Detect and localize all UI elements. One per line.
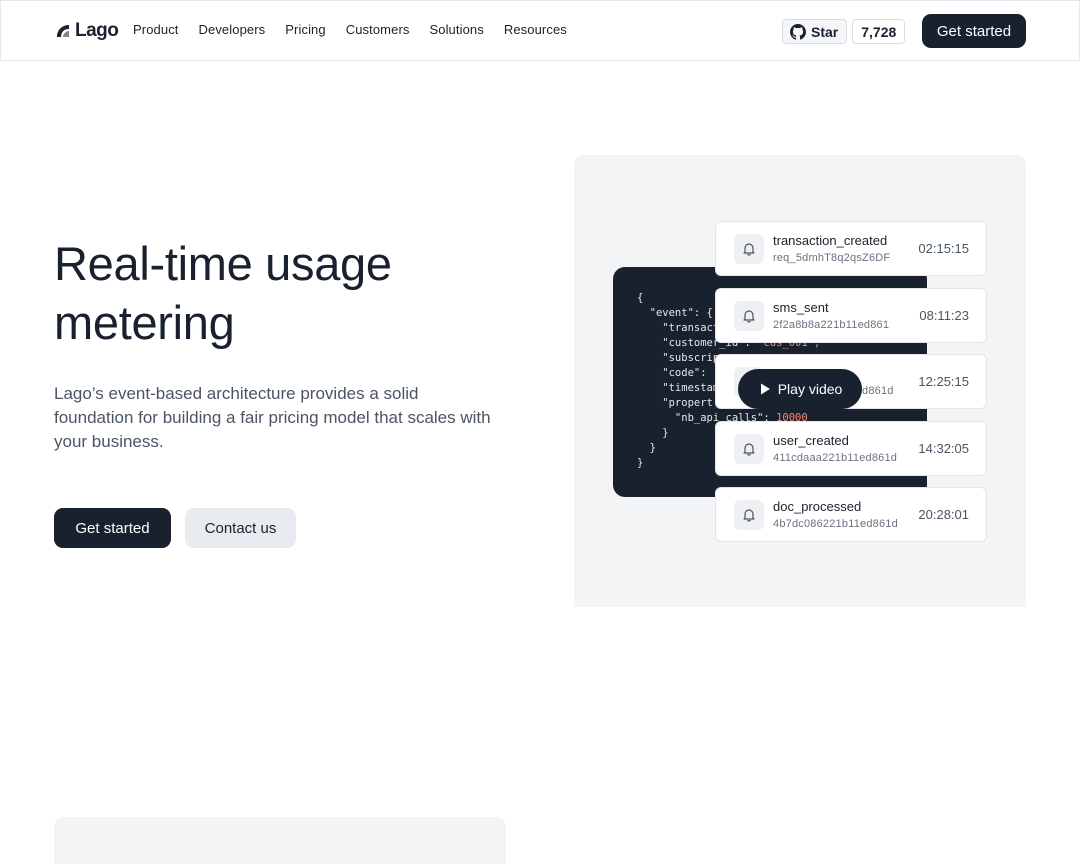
event-id: d861d: [862, 385, 894, 397]
play-video-label: Play video: [777, 381, 843, 397]
nav-link-resources[interactable]: Resources: [504, 22, 567, 37]
star-label: Star: [811, 23, 839, 40]
event-name: user_created: [773, 433, 849, 448]
event-time: 08:11:23: [919, 308, 969, 323]
hero-title: Real-time usage metering: [54, 234, 514, 352]
event-time: 12:25:15: [918, 374, 969, 389]
code-line: "subscrip: [637, 352, 720, 364]
hero-title-line-1: Real-time usage: [54, 237, 392, 290]
lago-logo-icon: [57, 25, 69, 37]
bell-icon: [734, 301, 764, 331]
play-video-button[interactable]: Play video: [738, 369, 862, 409]
contact-us-button[interactable]: Contact us: [185, 508, 296, 548]
logo-text: Lago: [75, 20, 119, 41]
event-id: 2f2a8b8a221b11ed861: [773, 319, 890, 331]
nav-link-pricing[interactable]: Pricing: [285, 22, 325, 37]
github-star-button[interactable]: Star: [782, 19, 848, 44]
event-time: 02:15:15: [918, 241, 969, 256]
logo[interactable]: Lago: [55, 20, 119, 42]
hero-description: Lago’s event-based architecture provides…: [54, 384, 491, 451]
nav-get-started-button[interactable]: Get started: [922, 14, 1026, 48]
star-count[interactable]: 7,728: [852, 19, 906, 44]
code-line: "propert: [637, 397, 713, 409]
code-line: "transact: [637, 322, 720, 334]
code-line: }: [637, 442, 656, 454]
event-id: req_5dmhT8q2qsZ6DF: [773, 252, 891, 264]
event-card: sms_sent 2f2a8b8a221b11ed861 08:11:23: [715, 288, 987, 343]
next-section-panel: [54, 817, 506, 864]
hero-title-line-2: metering: [54, 296, 235, 349]
top-nav: Lago Product Developers Pricing Customer…: [0, 0, 1080, 61]
code-line: "event": {: [637, 307, 713, 319]
event-card: user_created 411cdaaa221b11ed861d 14:32:…: [715, 421, 987, 476]
event-id: 411cdaaa221b11ed861d: [773, 452, 898, 464]
code-line: "code":: [637, 367, 713, 379]
event-card: transaction_created req_5dmhT8q2qsZ6DF 0…: [715, 221, 987, 276]
code-line: }: [637, 457, 644, 469]
bell-icon: [734, 234, 764, 264]
nav-link-product[interactable]: Product: [133, 22, 179, 37]
bell-icon: [734, 434, 764, 464]
nav-links: Product Developers Pricing Customers Sol…: [133, 22, 587, 37]
code-line: {: [637, 292, 644, 304]
code-line: "timestam: [637, 382, 720, 394]
event-illustration: { "event": { "transact "customer_id": "c…: [574, 155, 1026, 607]
event-name: sms_sent: [773, 300, 829, 315]
event-card: doc_processed 4b7dc086221b11ed861d 20:28…: [715, 487, 987, 542]
github-icon: [790, 23, 806, 40]
bell-icon: [734, 500, 764, 530]
event-name: doc_processed: [773, 499, 862, 514]
event-id: 4b7dc086221b11ed861d: [773, 518, 898, 530]
event-time: 14:32:05: [918, 441, 969, 456]
hero-get-started-button[interactable]: Get started: [54, 508, 171, 548]
code-line: }: [637, 427, 669, 439]
event-name: transaction_created: [773, 233, 888, 248]
play-icon: [760, 383, 770, 395]
github-star-widget: Star 7,728: [782, 19, 906, 44]
nav-link-developers[interactable]: Developers: [199, 22, 266, 37]
nav-link-customers[interactable]: Customers: [346, 22, 410, 37]
nav-link-solutions[interactable]: Solutions: [429, 22, 483, 37]
event-time: 20:28:01: [918, 507, 969, 522]
